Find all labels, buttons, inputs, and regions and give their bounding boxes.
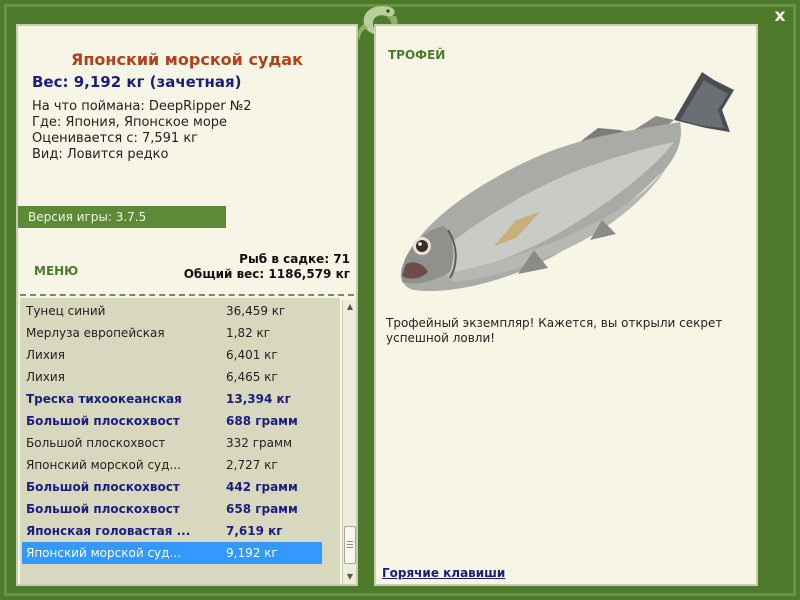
- list-item-weight: 6,401 кг: [226, 348, 278, 362]
- list-item-name: Японский морской суд...: [26, 546, 181, 560]
- list-item-weight: 1,82 кг: [226, 326, 271, 340]
- fish-count: Рыб в садке: 71: [239, 252, 350, 266]
- list-item-name: Японская головастая ...: [26, 524, 191, 538]
- list-item-name: Тунец синий: [26, 304, 106, 318]
- list-item[interactable]: Большой плоскохвост 442 грамм: [22, 476, 322, 498]
- list-item[interactable]: Тунец синий 36,459 кг: [22, 300, 322, 322]
- list-item-weight: 6,465 кг: [226, 370, 278, 384]
- list-item-name: Треска тихоокеанская: [26, 392, 182, 406]
- list-item[interactable]: Японская головастая ... 7,619 кг: [22, 520, 322, 542]
- list-item-name: Японский морской суд...: [26, 458, 181, 472]
- list-item-weight: 658 грамм: [226, 502, 298, 516]
- list-item[interactable]: Лихия 6,465 кг: [22, 366, 322, 388]
- list-item[interactable]: Треска тихоокеанская 13,394 кг: [22, 388, 322, 410]
- scroll-up-icon[interactable]: ▲: [343, 300, 357, 314]
- trophy-label: ТРОФЕЙ: [388, 48, 446, 62]
- game-version-bar: Версия игры: 3.7.5: [18, 206, 226, 228]
- fish-weight: Вес: 9,192 кг (зачетная): [32, 73, 242, 91]
- menu-button[interactable]: МЕНЮ: [34, 264, 78, 278]
- list-item[interactable]: Большой плоскохвост 332 грамм: [22, 432, 322, 454]
- threshold-line: Оценивается с: 7,591 кг: [32, 131, 199, 146]
- list-item[interactable]: Мерлуза европейская 1,82 кг: [22, 322, 322, 344]
- list-item-name: Лихия: [26, 348, 65, 362]
- list-item[interactable]: Японский морской суд... 2,727 кг: [22, 454, 322, 476]
- list-item[interactable]: Лихия 6,401 кг: [22, 344, 322, 366]
- hotkeys-link[interactable]: Горячие клавиши: [382, 566, 505, 580]
- fish-info: Японский морской судак Вес: 9,192 кг (за…: [18, 26, 356, 208]
- list-item-weight: 7,619 кг: [226, 524, 283, 538]
- scroll-thumb[interactable]: [344, 526, 356, 564]
- list-item-name: Большой плоскохвост: [26, 414, 180, 428]
- list-item-weight: 442 грамм: [226, 480, 298, 494]
- location-line: Где: Япония, Японское море: [32, 115, 228, 130]
- list-item-weight: 688 грамм: [226, 414, 298, 428]
- catch-list[interactable]: Тунец синий 36,459 кг Мерлуза европейская 1…: [20, 298, 340, 584]
- caught-with-line: На что поймана: DeepRipper №2: [32, 99, 252, 114]
- trophy-description: Трофейный экземпляр! Кажется, вы открыли…: [386, 316, 723, 345]
- close-button[interactable]: x: [770, 6, 790, 26]
- right-panel: ТРОФЕЙ Трофейный экземпляр! Кажется, вы …: [374, 24, 758, 586]
- list-item[interactable]: Большой плоскохвост 688 грамм: [22, 410, 322, 432]
- list-item-name: Лихия: [26, 370, 65, 384]
- list-item-name: Большой плоскохвост: [26, 436, 166, 450]
- scroll-down-icon[interactable]: ▼: [343, 570, 357, 584]
- species-rarity-line: Вид: Ловится редко: [32, 147, 169, 162]
- list-item-weight: 36,459 кг: [226, 304, 286, 318]
- list-item-weight: 9,192 кг: [226, 546, 278, 560]
- keepnet-stats: Рыб в садке: 71 Общий вес: 1186,579 кг: [184, 252, 350, 282]
- total-weight: Общий вес: 1186,579 кг: [183, 267, 350, 281]
- list-item-name: Большой плоскохвост: [26, 502, 180, 516]
- list-scrollbar[interactable]: ▲ ▼: [342, 300, 356, 584]
- list-item-name: Мерлуза европейская: [26, 326, 165, 340]
- fish-image: [400, 72, 734, 292]
- fish-title: Японский морской судак: [71, 50, 303, 69]
- list-item-weight: 332 грамм: [226, 436, 293, 450]
- dashed-divider: [20, 294, 354, 296]
- list-item-weight: 13,394 кг: [226, 392, 291, 406]
- list-item[interactable]: Большой плоскохвост 658 грамм: [22, 498, 322, 520]
- close-icon: x: [774, 6, 786, 26]
- left-panel: Японский морской судак Вес: 9,192 кг (за…: [16, 24, 358, 586]
- list-item-name: Большой плоскохвост: [26, 480, 180, 494]
- list-item[interactable]: Японский морской суд... 9,192 кг: [22, 542, 322, 564]
- list-item-weight: 2,727 кг: [226, 458, 278, 472]
